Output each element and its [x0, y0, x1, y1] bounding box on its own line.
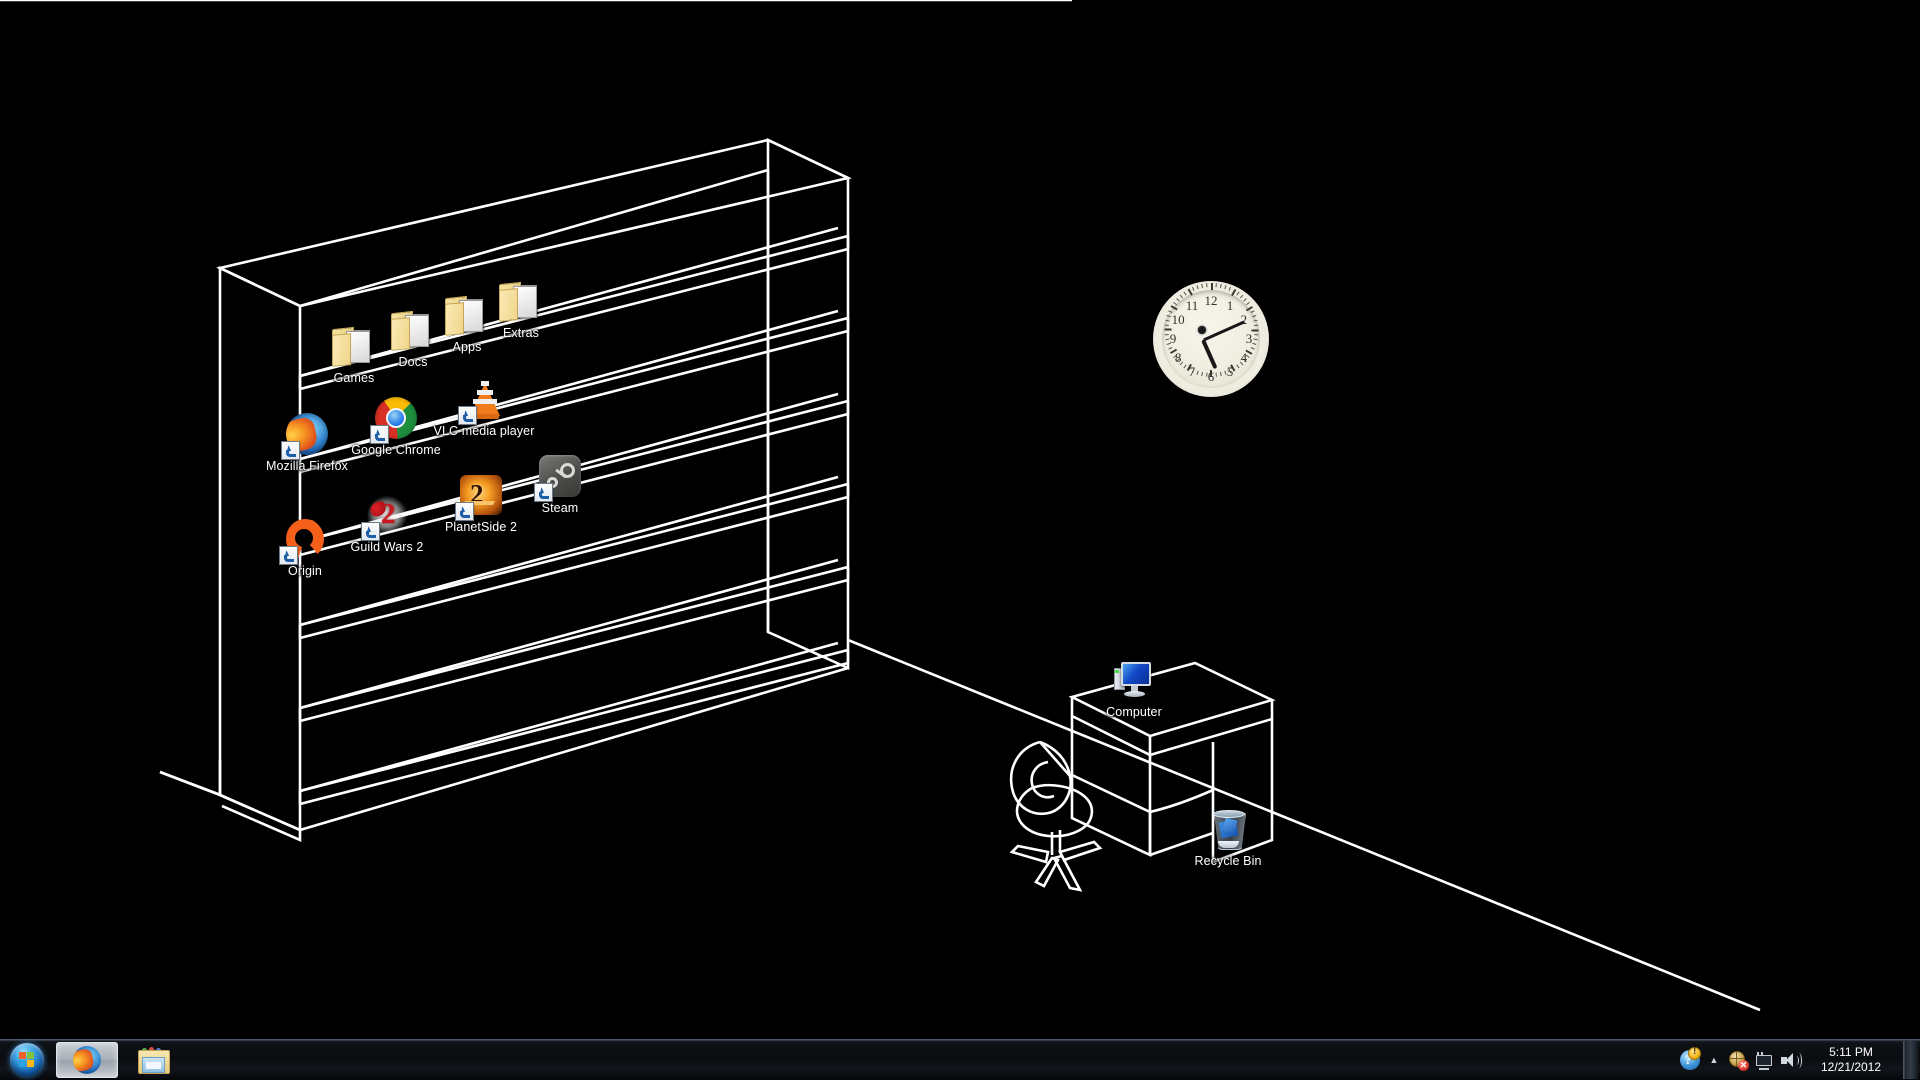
- desktop-icon-computer-monitor[interactable]: Computer: [1079, 656, 1189, 719]
- desktop-icon-label: Recycle Bin: [1194, 854, 1262, 868]
- shortcut-overlay-icon: [279, 546, 298, 565]
- computer-monitor-icon: [1114, 660, 1154, 700]
- computer-monitor-icon-glyph: [1110, 656, 1158, 704]
- vlc-icon-glyph: [458, 375, 508, 425]
- desktop-icon-steam[interactable]: Steam: [505, 452, 615, 515]
- desktop-icon-label: Mozilla Firefox: [265, 459, 349, 473]
- explorer-folder-icon: [138, 1047, 170, 1074]
- desktop-surface[interactable]: 1 2 3 4 5 6 7 8 9 10 11 12 Games Docs Apps Extras Mo…: [0, 0, 1920, 1040]
- clock-numeral: 10: [1171, 312, 1185, 327]
- clock-numeral: 9: [1169, 331, 1177, 346]
- clock-center-pin: [1198, 326, 1206, 334]
- shortcut-overlay-icon: [455, 502, 474, 521]
- clock-tick: [1236, 291, 1240, 296]
- clock-tick: [1245, 301, 1250, 306]
- clock-tick: [1211, 283, 1213, 290]
- clock-tick: [1176, 298, 1180, 302]
- desktop-icon-label: PlanetSide 2: [444, 520, 518, 534]
- desktop-icon-label: Apps: [452, 340, 482, 354]
- tray-time: 5:11 PM: [1829, 1045, 1873, 1059]
- clock-tick: [1243, 298, 1247, 302]
- clock-tick: [1183, 291, 1187, 296]
- desktop-icon-label: Steam: [541, 501, 579, 515]
- desktop-icon-label: Extras: [502, 326, 540, 340]
- clock-tick: [1191, 286, 1195, 291]
- tray-clock[interactable]: 5:11 PM 12/21/2012: [1803, 1040, 1899, 1080]
- taskbar-button-explorer[interactable]: [122, 1042, 184, 1078]
- shortcut-overlay-icon: [458, 406, 477, 425]
- desktop-icon-label: Games: [333, 371, 375, 385]
- desktop-icon-label: Docs: [398, 355, 428, 369]
- tray-date: 12/21/2012: [1820, 1060, 1882, 1074]
- folder-extras-icon: [499, 281, 543, 322]
- shortcut-overlay-icon: [534, 483, 553, 502]
- clock-numeral: 7: [1188, 363, 1196, 379]
- clock-tick: [1228, 286, 1232, 291]
- chrome-icon-glyph: [370, 394, 420, 444]
- clock-numeral: 4: [1240, 350, 1248, 365]
- desktop-icon-label: Computer: [1106, 705, 1162, 719]
- recycle-bin-icon: [1213, 808, 1246, 850]
- desktop-icon-label: VLC media player: [433, 424, 535, 438]
- origin-icon-glyph: [279, 515, 329, 565]
- clock-tick: [1219, 283, 1222, 289]
- show-desktop-button[interactable]: [1903, 1041, 1918, 1079]
- desktop-icon-vlc[interactable]: VLC media player: [429, 375, 539, 438]
- firefox-icon: [73, 1046, 101, 1074]
- clock-numeral: 8: [1174, 350, 1182, 365]
- clock-tick: [1179, 294, 1184, 299]
- desktop-icon-folder-extras[interactable]: Extras: [466, 277, 576, 340]
- system-tray[interactable]: ? ▲ ✕ 5:11 PM 12/21/2012: [1677, 1040, 1920, 1080]
- taskbar-button-firefox[interactable]: [56, 1042, 118, 1078]
- clock-tick: [1215, 283, 1217, 288]
- clock-tick: [1196, 285, 1199, 290]
- clock-tick: [1201, 283, 1204, 289]
- firefox-icon-glyph: [281, 410, 331, 460]
- clock-numeral: 6: [1207, 369, 1215, 384]
- desktop-icon-label: Guild Wars 2: [350, 540, 424, 554]
- clock-tick: [1206, 283, 1208, 288]
- clock-numeral: 5: [1226, 363, 1234, 379]
- desktop-icon-label: Origin: [288, 564, 322, 578]
- analog-clock-gadget[interactable]: 1 2 3 4 5 6 7 8 9 10 11 12: [1153, 281, 1269, 397]
- steam-icon-glyph: [534, 452, 584, 502]
- shortcut-overlay-icon: [361, 522, 380, 541]
- shortcut-overlay-icon: [370, 425, 389, 444]
- network-monitor-icon[interactable]: [1751, 1045, 1777, 1075]
- shortcut-overlay-icon: [281, 441, 300, 460]
- windows-start-orb-icon: [10, 1043, 44, 1077]
- folder-extras-icon-glyph: [497, 277, 545, 325]
- network-no-internet-icon[interactable]: ✕: [1725, 1045, 1751, 1075]
- clock-tick: [1239, 294, 1244, 299]
- volume-speaker-icon[interactable]: [1777, 1045, 1803, 1075]
- clock-numeral: 11: [1185, 298, 1199, 314]
- desktop-icon-label: Google Chrome: [351, 443, 441, 457]
- start-button[interactable]: [2, 1041, 52, 1079]
- taskbar[interactable]: ? ▲ ✕ 5:11 PM 12/21/2012: [0, 1039, 1920, 1080]
- guild-wars-2-icon-glyph: 2: [361, 491, 411, 541]
- chevron-up-icon[interactable]: ▲: [1703, 1045, 1725, 1075]
- clock-tick: [1224, 285, 1227, 290]
- clock-numeral: 3: [1245, 331, 1253, 346]
- clock-numeral: 12: [1204, 293, 1218, 308]
- desktop-icon-recycle-bin[interactable]: Recycle Bin: [1173, 805, 1283, 868]
- action-center-icon[interactable]: ?: [1677, 1045, 1703, 1075]
- planetside-2-icon-glyph: 2: [455, 471, 505, 521]
- windows-flag-icon: [19, 1052, 35, 1068]
- recycle-bin-icon-glyph: [1204, 805, 1252, 853]
